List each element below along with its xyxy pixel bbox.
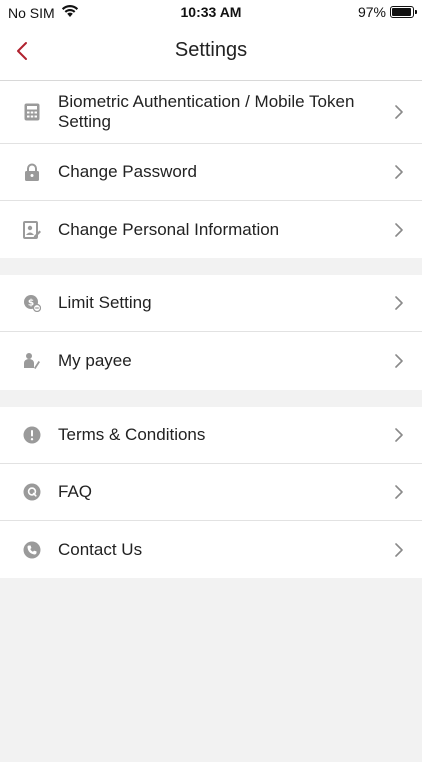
chevron-right-icon bbox=[394, 164, 404, 180]
settings-item-label: Contact Us bbox=[58, 539, 143, 559]
settings-group-security: Biometric Authentication / Mobile Token … bbox=[0, 81, 422, 258]
chevron-right-icon bbox=[394, 222, 404, 238]
chevron-right-icon bbox=[394, 104, 404, 120]
chevron-right-icon bbox=[394, 427, 404, 443]
settings-item-personal-info[interactable]: Change Personal Information bbox=[0, 201, 422, 258]
settings-item-label: Change Personal Information bbox=[58, 219, 280, 239]
settings-item-label: My payee bbox=[58, 351, 132, 370]
settings-item-label: Biometric Authentication / Mobile Token … bbox=[58, 92, 355, 131]
settings-item-label: FAQ bbox=[58, 482, 93, 501]
payee-icon bbox=[22, 351, 42, 371]
settings-item-change-password[interactable]: Change Password bbox=[0, 144, 422, 201]
battery-indicator: 97% bbox=[357, 4, 417, 20]
status-bar: No SIM 10:33 AM 97% bbox=[0, 0, 422, 24]
group-separator bbox=[0, 390, 422, 407]
battery-percent: 97% bbox=[357, 4, 386, 20]
chevron-right-icon bbox=[394, 353, 404, 369]
battery-icon bbox=[390, 6, 417, 18]
settings-item-label: Terms & Conditions bbox=[58, 425, 206, 444]
battery-fill bbox=[392, 8, 412, 16]
chevron-right-icon bbox=[394, 295, 404, 311]
faq-icon bbox=[22, 482, 42, 502]
settings-screen: No SIM 10:33 AM 97% Settings Biometric A… bbox=[0, 0, 422, 762]
settings-group-support: Terms & Conditions FAQ Contact Us bbox=[0, 407, 422, 578]
settings-item-biometric[interactable]: Biometric Authentication / Mobile Token … bbox=[0, 81, 422, 144]
settings-group-transactions: $ Limit Setting My payee bbox=[0, 275, 422, 390]
group-separator bbox=[0, 258, 422, 275]
info-icon bbox=[22, 425, 42, 445]
settings-item-my-payee[interactable]: My payee bbox=[0, 332, 422, 390]
edit-profile-icon bbox=[22, 220, 42, 240]
lock-icon bbox=[22, 162, 42, 182]
settings-item-label: Change Password bbox=[58, 162, 197, 181]
settings-item-contact-us[interactable]: Contact Us bbox=[0, 521, 422, 578]
phone-icon bbox=[22, 540, 42, 560]
calculator-icon bbox=[22, 102, 42, 122]
settings-item-faq[interactable]: FAQ bbox=[0, 464, 422, 521]
settings-item-limit-setting[interactable]: $ Limit Setting bbox=[0, 275, 422, 332]
limit-icon: $ bbox=[22, 293, 42, 313]
settings-item-terms[interactable]: Terms & Conditions bbox=[0, 407, 422, 464]
settings-item-label: Limit Setting bbox=[58, 293, 152, 312]
navigation-bar: Settings bbox=[0, 24, 422, 81]
chevron-right-icon bbox=[394, 542, 404, 558]
page-title: Settings bbox=[174, 39, 248, 61]
chevron-right-icon bbox=[394, 484, 404, 500]
